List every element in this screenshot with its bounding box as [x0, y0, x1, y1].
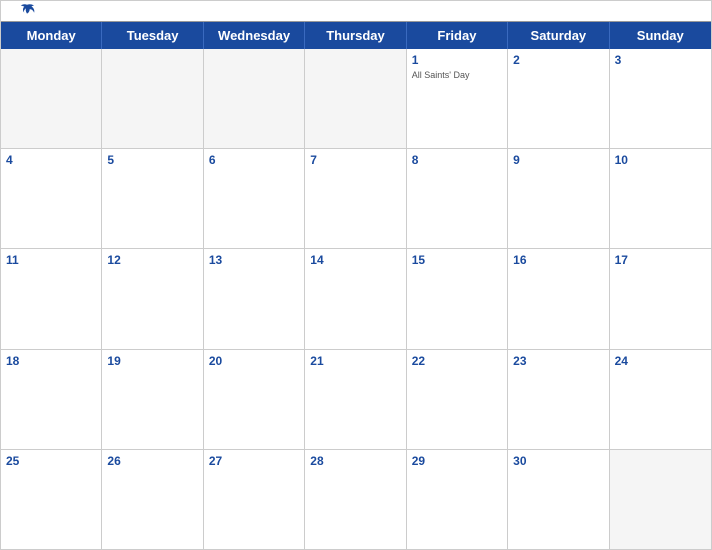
day-event: All Saints' Day [412, 70, 502, 82]
day-cell: 26 [102, 450, 203, 549]
day-number: 23 [513, 353, 603, 370]
day-cell: 29 [407, 450, 508, 549]
calendar-container: MondayTuesdayWednesdayThursdayFridaySatu… [0, 0, 712, 550]
day-cell [1, 49, 102, 148]
day-number: 26 [107, 453, 197, 470]
day-header-friday: Friday [407, 22, 508, 49]
day-cell: 17 [610, 249, 711, 348]
day-header-saturday: Saturday [508, 22, 609, 49]
day-number: 8 [412, 152, 502, 169]
day-number: 2 [513, 52, 603, 69]
day-cell [102, 49, 203, 148]
day-number: 21 [310, 353, 400, 370]
logo [16, 3, 36, 19]
day-number: 30 [513, 453, 603, 470]
day-cell: 4 [1, 149, 102, 248]
day-header-tuesday: Tuesday [102, 22, 203, 49]
day-cell: 2 [508, 49, 609, 148]
day-number: 1 [412, 52, 502, 69]
day-cell: 1All Saints' Day [407, 49, 508, 148]
day-header-thursday: Thursday [305, 22, 406, 49]
day-number: 18 [6, 353, 96, 370]
day-number: 20 [209, 353, 299, 370]
day-number: 10 [615, 152, 706, 169]
day-cell: 16 [508, 249, 609, 348]
day-cell: 7 [305, 149, 406, 248]
day-number: 16 [513, 252, 603, 269]
day-cell: 27 [204, 450, 305, 549]
day-cell: 21 [305, 350, 406, 449]
day-cell: 12 [102, 249, 203, 348]
day-cell: 15 [407, 249, 508, 348]
day-cell [610, 450, 711, 549]
day-number: 25 [6, 453, 96, 470]
day-cell [305, 49, 406, 148]
day-number: 4 [6, 152, 96, 169]
day-number: 12 [107, 252, 197, 269]
day-number: 13 [209, 252, 299, 269]
day-header-wednesday: Wednesday [204, 22, 305, 49]
day-number: 15 [412, 252, 502, 269]
day-cell: 6 [204, 149, 305, 248]
day-cell [204, 49, 305, 148]
day-cell: 11 [1, 249, 102, 348]
calendar-grid: MondayTuesdayWednesdayThursdayFridaySatu… [1, 21, 711, 549]
day-number: 17 [615, 252, 706, 269]
day-cell: 24 [610, 350, 711, 449]
day-cell: 14 [305, 249, 406, 348]
day-number: 6 [209, 152, 299, 169]
day-cell: 9 [508, 149, 609, 248]
week-row-2: 456789 10 [1, 149, 711, 249]
day-number: 29 [412, 453, 502, 470]
day-cell: 23 [508, 350, 609, 449]
day-cell: 13 [204, 249, 305, 348]
day-cell: 30 [508, 450, 609, 549]
weeks-container: 1All Saints' Day234567891011121314151617… [1, 49, 711, 549]
day-number: 19 [107, 353, 197, 370]
day-cell: 19 [102, 350, 203, 449]
day-cell: 3 [610, 49, 711, 148]
logo-blue-text [16, 3, 36, 19]
day-number: 5 [107, 152, 197, 169]
day-cell: 20 [204, 350, 305, 449]
day-cell: 28 [305, 450, 406, 549]
day-header-monday: Monday [1, 22, 102, 49]
day-number: 27 [209, 453, 299, 470]
day-number: 14 [310, 252, 400, 269]
week-row-1: 1All Saints' Day 23 [1, 49, 711, 149]
day-number: 28 [310, 453, 400, 470]
week-row-5: 25 26 27 28 29 30 [1, 450, 711, 549]
day-cell: 10 [610, 149, 711, 248]
day-number: 11 [6, 252, 96, 269]
week-row-4: 18 19 20 21 22 23 24 [1, 350, 711, 450]
logo-bird-icon [18, 3, 36, 19]
week-row-3: 11 12 13 14 15 16 17 [1, 249, 711, 349]
day-number: 3 [615, 52, 706, 69]
day-header-sunday: Sunday [610, 22, 711, 49]
day-headers-row: MondayTuesdayWednesdayThursdayFridaySatu… [1, 22, 711, 49]
day-number: 7 [310, 152, 400, 169]
calendar-header [1, 1, 711, 21]
day-number: 24 [615, 353, 706, 370]
day-cell: 5 [102, 149, 203, 248]
day-number: 9 [513, 152, 603, 169]
day-cell: 25 [1, 450, 102, 549]
day-cell: 22 [407, 350, 508, 449]
day-cell: 8 [407, 149, 508, 248]
day-number: 22 [412, 353, 502, 370]
day-cell: 18 [1, 350, 102, 449]
